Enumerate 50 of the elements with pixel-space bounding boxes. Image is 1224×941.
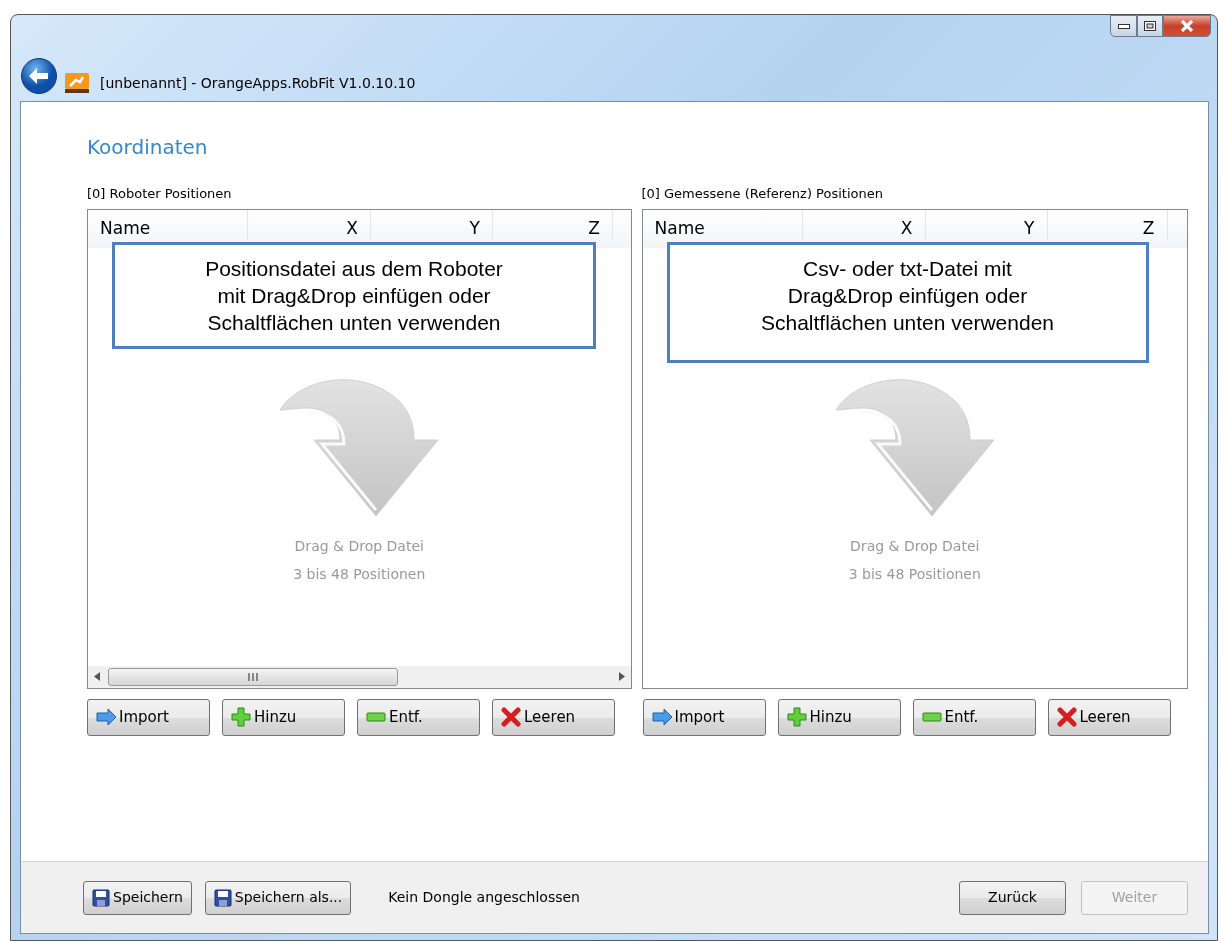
callout-box: Csv- oder txt-Datei mit Drag&Drop einfügen oder Schaltflächen unten verwenden [666,241,1149,363]
cross-icon [501,707,521,727]
close-icon [1180,20,1194,32]
app-icon [64,71,90,95]
floppy-icon [92,888,110,907]
plus-icon [786,707,807,727]
drop-hint: 3 bis 48 Positionen [848,564,981,584]
right-arrow-icon[interactable] [618,672,625,681]
panel-label: [0] Roboter Positionen [87,185,233,203]
column-header[interactable]: Y [925,209,1048,240]
action-button[interactable]: Import [642,698,766,736]
column-header[interactable]: X [802,209,926,240]
callout-box: Positionsdatei aus dem Roboter mit Drag&Drop einfügen oder Schaltflächen unten verwenden [112,241,596,349]
window-title: [unbenannt] - OrangeApps.RobFit V1.0.10.10 [100,74,416,93]
page-heading: Koordinaten [87,134,209,161]
action-button[interactable]: Leeren [1047,698,1171,736]
drop-hint: Drag & Drop Datei [850,536,980,556]
plus-icon [231,707,251,727]
horizontal-scrollbar[interactable] [88,665,631,688]
save-button[interactable]: Speichern als... [204,880,352,915]
status-text: Kein Dongle angeschlossen [388,888,580,907]
drop-hint: 3 bis 48 Positionen [293,564,426,584]
column-header[interactable]: Z [493,209,613,240]
column-header[interactable]: Name [88,209,248,240]
arrow-icon [651,707,672,727]
arrow-icon [96,707,116,727]
column-header[interactable]: Z [1047,209,1168,240]
cross-icon [1056,707,1077,727]
action-button[interactable]: Import [87,698,210,736]
column-header[interactable]: Name [642,209,803,240]
action-button[interactable]: Leeren [492,698,615,736]
minimize-icon [1117,23,1130,29]
floppy-icon [213,888,232,907]
left-arrow-icon[interactable] [94,672,100,681]
save-button[interactable]: Speichern [83,880,192,915]
column-header[interactable]: X [248,209,371,240]
minimize-button[interactable] [1110,15,1137,37]
back-button[interactable]: Zurück [959,880,1066,915]
grip-icon [247,672,259,681]
maximize-button[interactable] [1137,15,1163,37]
action-button[interactable]: Entf. [357,698,480,736]
maximize-icon [1144,21,1156,31]
drop-hint: Drag & Drop Datei [294,536,424,556]
action-button[interactable]: Hinzu [777,698,901,736]
panel-label: [0] Gemessene (Referenz) Positionen [641,185,884,203]
column-header[interactable]: Y [371,209,493,240]
back-icon[interactable] [20,57,58,95]
action-button[interactable]: Entf. [912,698,1036,736]
close-button[interactable] [1163,15,1211,37]
action-button[interactable]: Hinzu [222,698,345,736]
